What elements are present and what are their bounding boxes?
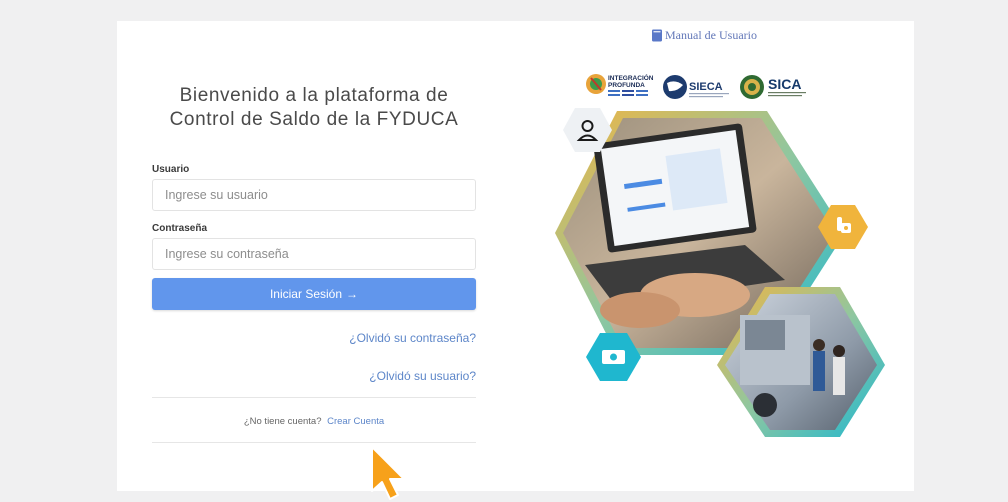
integracion-text-2: PROFUNDA	[608, 82, 645, 89]
divider-bottom	[152, 442, 476, 443]
arrow-right-icon: →	[346, 287, 359, 301]
mouse-cursor-icon	[371, 446, 405, 500]
welcome-line-2: Control de Saldo de la FYDUCA	[169, 109, 459, 130]
page-title: Bienvenido a la plataforma de Control de…	[152, 84, 476, 132]
banknote-icon	[602, 350, 625, 364]
login-button[interactable]: Iniciar Sesión →	[152, 278, 476, 310]
signup-row: ¿No tiene cuenta? Crear Cuenta	[152, 416, 476, 427]
create-account-link[interactable]: Crear Cuenta	[327, 416, 384, 427]
partner-logos: INTEGRACIÓN PROFUNDA SIECA SICA	[585, 70, 810, 104]
username-input[interactable]	[152, 179, 476, 211]
book-icon	[652, 29, 662, 42]
user-manual-label: Manual de Usuario	[665, 28, 757, 42]
divider-top	[152, 397, 476, 398]
forgot-password-link[interactable]: ¿Olvidó su contraseña?	[349, 331, 476, 345]
integracion-text-1: INTEGRACIÓN	[608, 73, 654, 82]
password-input[interactable]	[152, 238, 476, 270]
username-label: Usuario	[152, 164, 190, 175]
login-button-label: Iniciar Sesión	[269, 287, 343, 301]
welcome-line-1: Bienvenido a la plataforma de	[179, 85, 449, 106]
no-account-text: ¿No tiene cuenta?	[243, 416, 322, 427]
password-label: Contraseña	[152, 223, 208, 234]
sieca-logo: SIECA	[663, 75, 729, 99]
hero-illustration	[545, 105, 890, 445]
sica-logo: SICA	[740, 75, 806, 99]
user-manual-link[interactable]: Manual de Usuario	[651, 28, 757, 43]
forgot-username-link[interactable]: ¿Olvidó su usuario?	[369, 369, 476, 383]
sica-text: SICA	[768, 76, 801, 92]
integracion-logo: INTEGRACIÓN PROFUNDA	[586, 73, 654, 96]
sieca-text: SIECA	[689, 81, 723, 93]
